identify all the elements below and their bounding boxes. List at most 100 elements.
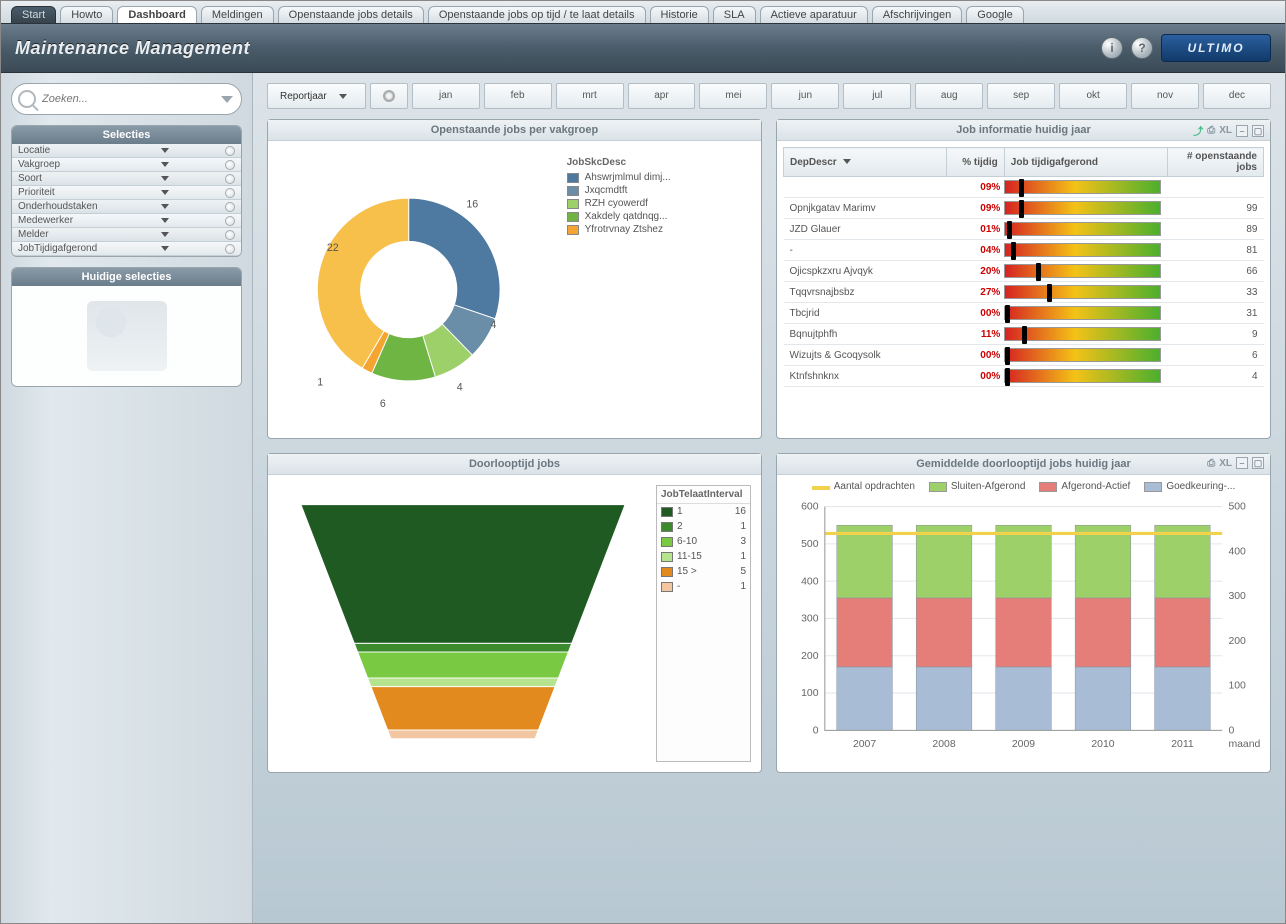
search-input[interactable]: [42, 93, 215, 105]
table-row[interactable]: Bqnujtphfh11%11%9: [784, 324, 1264, 345]
export-icon[interactable]: ⤴: [1193, 123, 1203, 138]
expand-xl-button[interactable]: XL: [1219, 125, 1232, 136]
tab-openstaande-jobs-op-tijd-te-laat-details[interactable]: Openstaande jobs op tijd / te laat detai…: [428, 6, 646, 23]
minimize-button[interactable]: –: [1236, 125, 1248, 137]
month-apr[interactable]: apr: [628, 83, 696, 109]
selector-locatie[interactable]: Locatie: [12, 144, 241, 158]
clear-icon[interactable]: [225, 188, 235, 198]
help-icon[interactable]: ?: [1131, 37, 1153, 59]
month-feb[interactable]: feb: [484, 83, 552, 109]
month-jun[interactable]: jun: [771, 83, 839, 109]
close-button[interactable]: ▢: [1252, 125, 1264, 137]
clear-icon[interactable]: [225, 160, 235, 170]
table-row[interactable]: Tqqvrsnajbsbz27%27%33: [784, 282, 1264, 303]
tab-historie[interactable]: Historie: [650, 6, 709, 23]
clear-icon[interactable]: [225, 244, 235, 254]
column-header[interactable]: DepDescr: [784, 148, 947, 177]
widget-controls: ⤴ ⎙ XL – ▢: [1193, 123, 1264, 138]
selector-prioriteit[interactable]: Prioriteit: [12, 186, 241, 200]
month-mrt[interactable]: mrt: [556, 83, 624, 109]
legend-item[interactable]: Goedkeuring-...: [1144, 481, 1235, 492]
cell-pct: 20%: [980, 266, 1000, 277]
month-jul[interactable]: jul: [843, 83, 911, 109]
tab-howto[interactable]: Howto: [60, 6, 113, 23]
tab-dashboard[interactable]: Dashboard: [117, 6, 196, 23]
widget-title: Openstaande jobs per vakgroep: [268, 120, 761, 141]
tab-openstaande-jobs-details[interactable]: Openstaande jobs details: [278, 6, 424, 23]
month-sep[interactable]: sep: [987, 83, 1055, 109]
job-info-table[interactable]: DepDescr% tijdigJob tijdigafgerond# open…: [783, 147, 1264, 387]
donut-chart[interactable]: 16446122: [274, 147, 563, 432]
clear-icon[interactable]: [225, 146, 235, 156]
tab-start[interactable]: Start: [11, 6, 56, 23]
selector-onderhoudstaken[interactable]: Onderhoudstaken: [12, 200, 241, 214]
legend-item[interactable]: 6-103: [657, 534, 750, 549]
tab-meldingen[interactable]: Meldingen: [201, 6, 274, 23]
selector-jobtijdigafgerond[interactable]: JobTijdigafgerond: [12, 242, 241, 256]
legend-item[interactable]: 21: [657, 519, 750, 534]
table-row[interactable]: 09%09%: [784, 177, 1264, 198]
funnel-chart[interactable]: [274, 481, 652, 766]
info-icon[interactable]: i: [1101, 37, 1123, 59]
selector-soort[interactable]: Soort: [12, 172, 241, 186]
legend-item[interactable]: 11-151: [657, 549, 750, 564]
legend-item[interactable]: Yfrotrvnay Ztshez: [567, 224, 755, 235]
table-row[interactable]: JZD Glauer01%01%89: [784, 219, 1264, 240]
print-icon[interactable]: ⎙: [1207, 125, 1215, 136]
legend-item[interactable]: 15 >5: [657, 564, 750, 579]
clear-icon[interactable]: [225, 230, 235, 240]
search-box[interactable]: [11, 83, 242, 115]
table-row[interactable]: Opnjkgatav Marimv09%09%99: [784, 198, 1264, 219]
legend-item[interactable]: Ahswrjmlmul dimj...: [567, 172, 755, 183]
report-year-selector[interactable]: Reportjaar: [267, 83, 366, 109]
legend-item[interactable]: Jxqcmdtft: [567, 185, 755, 196]
selector-melder[interactable]: Melder: [12, 228, 241, 242]
minimize-button[interactable]: –: [1236, 457, 1248, 469]
legend-label: Goedkeuring-...: [1166, 481, 1235, 492]
selector-label: Locatie: [18, 145, 50, 156]
column-header[interactable]: # openstaande jobs: [1167, 148, 1263, 177]
expand-xl-button[interactable]: XL: [1219, 458, 1232, 469]
current-selections-panel: Huidige selecties: [11, 267, 242, 387]
clear-icon[interactable]: [225, 202, 235, 212]
tab-actieve-aparatuur[interactable]: Actieve aparatuur: [760, 6, 868, 23]
close-button[interactable]: ▢: [1252, 457, 1264, 469]
legend-item[interactable]: Afgerond-Actief: [1039, 481, 1130, 492]
selector-medewerker[interactable]: Medewerker: [12, 214, 241, 228]
month-nov[interactable]: nov: [1131, 83, 1199, 109]
table-row[interactable]: Wizujts & Gcoqysolk00%00%6: [784, 345, 1264, 366]
selector-vakgroep[interactable]: Vakgroep: [12, 158, 241, 172]
month-okt[interactable]: okt: [1059, 83, 1127, 109]
table-row[interactable]: -04%04%81: [784, 240, 1264, 261]
month-mei[interactable]: mei: [699, 83, 767, 109]
month-aug[interactable]: aug: [915, 83, 983, 109]
legend-item[interactable]: -1: [657, 579, 750, 594]
table-row[interactable]: Ojicspkzxru Ajvqyk20%20%66: [784, 261, 1264, 282]
clear-icon[interactable]: [225, 216, 235, 226]
table-row[interactable]: Ktnfshnknx00%00%4: [784, 366, 1264, 387]
cell-dep: Bqnujtphfh: [784, 324, 947, 345]
tab-sla[interactable]: SLA: [713, 6, 756, 23]
table-row[interactable]: Tbcjrid00%00%31: [784, 303, 1264, 324]
legend-item[interactable]: Aantal opdrachten: [812, 481, 915, 492]
stacked-bar-chart[interactable]: 0100200300400500600010020030040050020072…: [783, 496, 1264, 766]
clear-icon[interactable]: [225, 174, 235, 184]
tab-google[interactable]: Google: [966, 6, 1023, 23]
svg-text:2008: 2008: [932, 739, 955, 750]
legend-item[interactable]: Xakdely qatdnqg...: [567, 211, 755, 222]
legend-item[interactable]: 116: [657, 504, 750, 519]
chevron-down-icon: [161, 218, 169, 223]
column-header[interactable]: Job tijdigafgerond: [1004, 148, 1167, 177]
legend-label: Sluiten-Afgerond: [951, 481, 1026, 492]
svg-text:300: 300: [1228, 591, 1246, 602]
content: Reportjaar janfebmrtaprmeijunjulaugsepok…: [253, 73, 1285, 923]
tab-afschrijvingen[interactable]: Afschrijvingen: [872, 6, 962, 23]
month-jan[interactable]: jan: [412, 83, 480, 109]
print-icon[interactable]: ⎙: [1207, 458, 1215, 469]
search-dropdown-icon[interactable]: [221, 96, 233, 103]
legend-item[interactable]: RZH cyowerdf: [567, 198, 755, 209]
settings-button[interactable]: [370, 83, 408, 109]
month-dec[interactable]: dec: [1203, 83, 1271, 109]
legend-item[interactable]: Sluiten-Afgerond: [929, 481, 1026, 492]
column-header[interactable]: % tijdig: [947, 148, 1005, 177]
